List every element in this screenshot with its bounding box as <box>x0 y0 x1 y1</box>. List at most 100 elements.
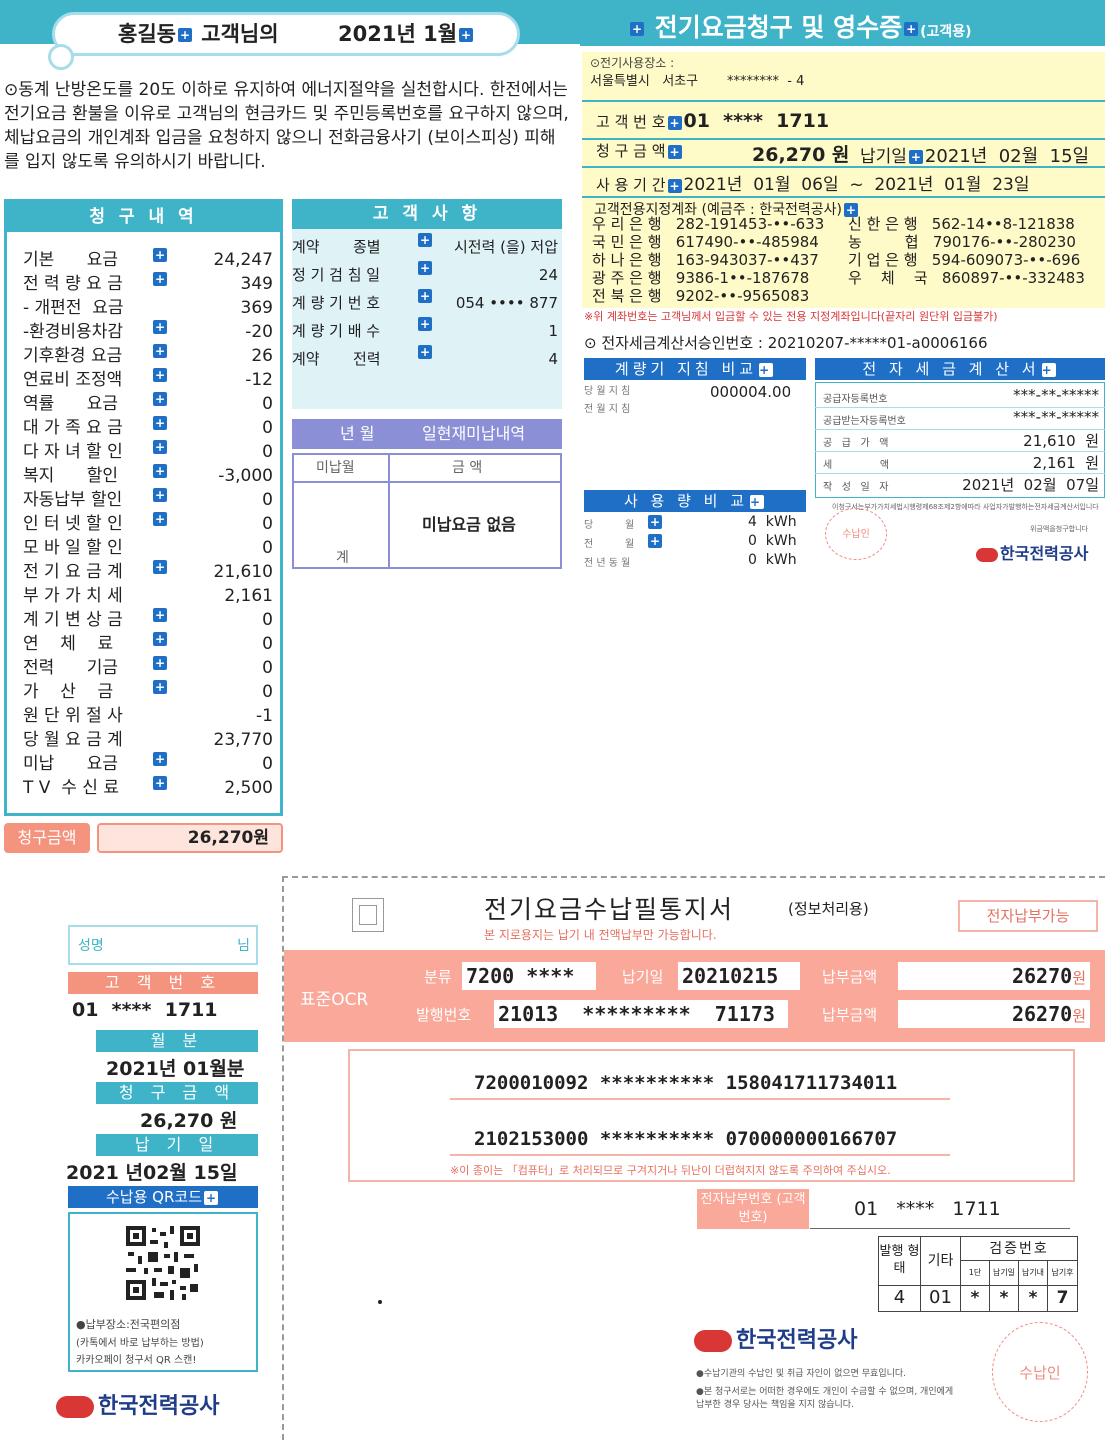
expand-icon[interactable] <box>1041 362 1056 377</box>
due-date: 2021년 02월 15일 <box>924 146 1090 167</box>
expand-icon[interactable] <box>177 28 192 42</box>
customer-no-row: 고 객 번 호 01 **** 1711 <box>596 110 829 132</box>
expand-icon[interactable] <box>459 28 474 42</box>
expand-icon[interactable] <box>418 317 432 331</box>
expand-icon[interactable] <box>153 416 167 430</box>
qr-code-icon[interactable] <box>124 1224 202 1302</box>
slip-note-2: ●본 청구서로는 어떠한 경우에도 개인이 수금할 수 없으며, 개인에게 납부… <box>696 1387 954 1410</box>
billing-row-value: 23,770 <box>213 730 273 750</box>
customer-row-value: 1 <box>548 322 558 340</box>
pay-value-text: 26270 <box>1011 964 1073 988</box>
expand-icon[interactable] <box>153 608 167 622</box>
billing-row: 인 터 넷 할 인 0 <box>23 512 273 536</box>
tax-row-value: 2021년 02월 07일 <box>962 476 1099 494</box>
ocr-label: 표준OCR <box>300 990 369 1010</box>
expand-icon[interactable] <box>418 233 432 247</box>
expand-icon[interactable] <box>667 178 682 193</box>
billing-row-value: 0 <box>262 514 273 534</box>
issue-type-label: 발행 형태 <box>879 1237 921 1285</box>
expand-icon[interactable] <box>908 150 923 164</box>
billing-row: -환경비용차감 -20 <box>23 320 273 344</box>
billing-row-label: 전력 기금 <box>23 658 118 678</box>
expand-icon[interactable] <box>630 22 644 36</box>
billing-row-value: 2,161 <box>224 586 273 606</box>
billing-row: 기후환경 요금 26 <box>23 344 273 368</box>
usage-row-label: 전 월 <box>584 539 635 550</box>
billing-row: 가 산 금 0 <box>23 680 273 704</box>
pay-value-2: 26270원 <box>898 1000 1090 1028</box>
epay-no-label: 전자납부번호 (고객번호) <box>697 1189 809 1229</box>
slip-title-suffix: (정보처리용) <box>788 900 869 918</box>
verify-value: * <box>1019 1285 1048 1311</box>
expand-icon[interactable] <box>204 1190 218 1205</box>
slip-stamp: 수납인 <box>992 1322 1088 1422</box>
bill-month: 2021년 1월 <box>338 18 475 48</box>
expand-icon[interactable] <box>418 289 432 303</box>
verify-value: * <box>961 1285 990 1311</box>
expand-icon[interactable] <box>418 345 432 359</box>
expand-icon[interactable] <box>153 440 167 454</box>
epay-no: 01 **** 1711 <box>810 1189 1070 1229</box>
expand-icon[interactable] <box>153 632 167 646</box>
expand-icon[interactable] <box>153 512 167 526</box>
amount-label: 청 구 금 액 <box>596 142 666 160</box>
tax-approval-no: 20210207-*****01-a0006166 <box>767 334 988 352</box>
expand-icon[interactable] <box>648 534 662 548</box>
expand-icon[interactable] <box>153 488 167 502</box>
expand-icon[interactable] <box>648 515 662 529</box>
kepco-logo-icon <box>976 547 998 562</box>
expand-icon[interactable] <box>153 752 167 766</box>
verify-label: 검증번호 <box>961 1237 1077 1261</box>
usage-title: 사 용 량 비 교 <box>623 492 749 510</box>
bank-account: 우 리 은 행 282-191453-••-633 <box>592 215 825 233</box>
tax-row-label: 세 액 <box>823 460 890 471</box>
unpaid-none: 미납요금 없음 <box>422 515 516 534</box>
expand-icon[interactable] <box>153 656 167 670</box>
stub-qr-note-2: (카톡에서 바로 납부하는 방법) <box>76 1338 204 1349</box>
expand-icon[interactable] <box>667 115 682 130</box>
won-unit-2: 원 <box>1072 1007 1086 1025</box>
expand-icon[interactable] <box>153 392 167 406</box>
unpaid-year-month: 년 월 <box>340 424 375 443</box>
customer-no: 01 **** 1711 <box>683 110 830 132</box>
ocr-note: ※이 종이는 「컴퓨터」로 처리되므로 구겨지거나 뒤난이 더럽혀지지 않도록 … <box>450 1164 891 1177</box>
expand-icon[interactable] <box>418 261 432 275</box>
customer-title: 고 객 사 항 <box>292 199 562 229</box>
stub-cust-head: 고 객 번 호 <box>68 972 258 994</box>
customer-row: 계 량 기 배 수 1 <box>292 317 562 345</box>
expand-icon[interactable] <box>904 22 919 36</box>
expand-icon[interactable] <box>759 362 774 377</box>
customer-name: 홍길동 <box>118 22 176 46</box>
stub-company-logo: 한국전력공사 <box>56 1388 219 1420</box>
verify-value: * <box>990 1285 1019 1311</box>
customer-row-label: 계 량 기 배 수 <box>292 322 381 340</box>
customer-row: 정 기 검 침 일 24 <box>292 261 562 289</box>
expand-icon[interactable] <box>667 144 682 159</box>
customer-no-label: 고 객 번 호 <box>596 113 666 131</box>
unpaid-col-month: 미납월 <box>316 460 355 476</box>
expand-icon[interactable] <box>153 560 167 574</box>
billing-row-value: -12 <box>245 370 273 390</box>
expand-icon[interactable] <box>153 464 167 478</box>
expand-icon[interactable] <box>153 320 167 334</box>
billing-row-value: 0 <box>262 610 273 630</box>
stub-due-head: 납 기 일 <box>96 1134 258 1156</box>
expand-icon[interactable] <box>750 494 765 509</box>
expand-icon[interactable] <box>153 248 167 262</box>
expand-icon[interactable] <box>153 776 167 790</box>
checkbox-outer[interactable] <box>352 898 384 932</box>
unpaid-title: 일현재미납내역 <box>422 424 526 443</box>
notice-text: ⊙동계 난방온도를 20도 이하로 유지하여 에너지절약을 실천합시다. 한전에… <box>4 80 569 172</box>
stub-company-name: 한국전력공사 <box>98 1394 220 1419</box>
stamp-circle: 수납인 <box>825 508 887 560</box>
period-label: 사 용 기 간 <box>596 176 666 194</box>
tax-row-value: ***-**-***** <box>1013 408 1099 426</box>
billing-row-value: 0 <box>262 682 273 702</box>
customer-row-label: 계 량 기 번 호 <box>292 294 381 312</box>
expand-icon[interactable] <box>153 272 167 286</box>
bank-account: 국 민 은 행 617490-••-485984 <box>592 233 819 251</box>
expand-icon[interactable] <box>153 344 167 358</box>
expand-icon[interactable] <box>153 680 167 694</box>
expand-icon[interactable] <box>153 368 167 382</box>
usage-row-value: 0 kWh <box>748 533 797 549</box>
